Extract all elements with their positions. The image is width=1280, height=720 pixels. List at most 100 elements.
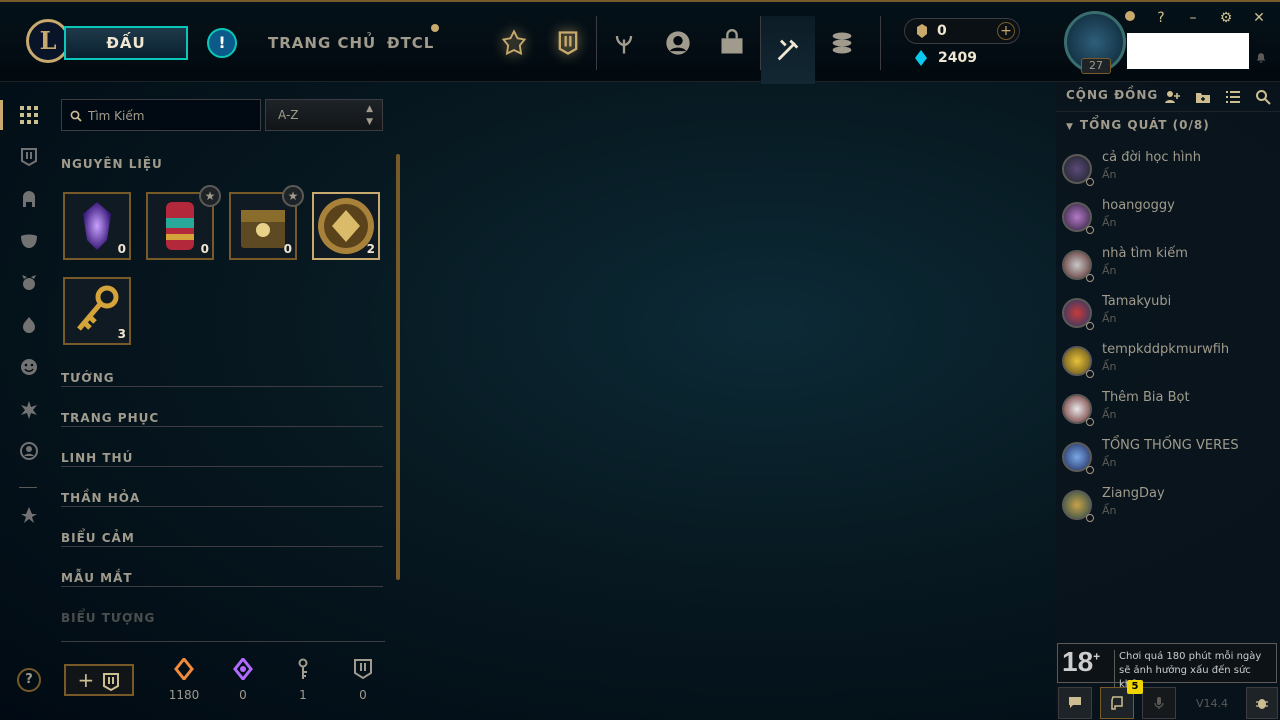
status-indicator (1086, 226, 1094, 234)
profile-icon[interactable] (651, 16, 705, 70)
friend-item[interactable]: hoangoggy Ẩn (1062, 198, 1274, 242)
category-eye-patterns[interactable]: MẪU MẮT (61, 567, 383, 587)
category-wards[interactable]: THẦN HỎA (61, 487, 383, 507)
rail-active-indicator (0, 100, 3, 130)
loot-tile-chest-gold[interactable]: ★ 0 (229, 185, 304, 260)
updown-chevron-icon: ▲ ▼ (366, 104, 373, 127)
settings-button[interactable]: ⚙ (1217, 9, 1235, 27)
category-companions[interactable]: LINH THÚ (61, 447, 383, 467)
category-icons[interactable]: BIỂU TƯỢNG (61, 607, 383, 627)
close-button[interactable]: ✕ (1250, 9, 1268, 27)
clash-icon[interactable] (597, 16, 651, 70)
friend-status: Ẩn (1102, 168, 1117, 181)
skin-filter-icon[interactable] (16, 228, 42, 254)
category-label: BIỂU TƯỢNG (61, 611, 156, 625)
help-button[interactable]: ? (1152, 9, 1170, 27)
loot-tile-essence-crystal[interactable]: 0 (63, 192, 131, 260)
category-label: TƯỚNG (61, 371, 115, 385)
orange-essence-counter: 1180 (164, 658, 204, 702)
sort-dropdown[interactable]: A-Z ▲ ▼ (265, 99, 383, 131)
search-box[interactable] (61, 99, 261, 131)
friend-name: Tamakyubi (1102, 294, 1172, 309)
friend-item[interactable]: Thêm Bia Bọt Ẩn (1062, 390, 1274, 434)
loot-tile-token-gold[interactable]: 2 (312, 192, 380, 260)
loot-tile-chest-red[interactable]: ★ 0 (146, 185, 221, 260)
social-title: CỘNG ĐỒNG (1066, 88, 1159, 102)
nav-divider (880, 16, 881, 70)
friend-status: Ẩn (1102, 504, 1117, 517)
loot-scrollbar[interactable] (396, 154, 400, 580)
friend-name: TỔNG THỐNG VERES (1102, 438, 1239, 453)
chest-filter-icon[interactable] (16, 144, 42, 170)
friend-item[interactable]: cả đời học hình Ẩn (1062, 150, 1274, 194)
chest-icon (102, 672, 119, 691)
chat-button[interactable] (1058, 687, 1092, 719)
loot-filter-rail (0, 82, 56, 720)
mythic-essence-counter: 0 (223, 658, 263, 702)
mythic-essence-value: 0 (239, 688, 247, 702)
loot-tile-hextech-key[interactable]: 3 (63, 277, 131, 345)
emote-filter-icon[interactable] (16, 354, 42, 380)
ward-filter-icon[interactable] (16, 312, 42, 338)
icon-filter-icon[interactable] (16, 438, 42, 464)
bug-report-button[interactable] (1246, 687, 1278, 719)
microphone-icon (1154, 697, 1164, 709)
loot-qty: 3 (117, 327, 126, 341)
ranked-icon[interactable] (487, 16, 541, 70)
loot-qty: 0 (200, 242, 209, 256)
currency-icon[interactable] (815, 16, 869, 70)
category-champions[interactable]: TƯỚNG (61, 367, 383, 387)
star-badge-icon: ★ (199, 185, 221, 207)
friend-group-header[interactable]: ▼ TỔNG QUÁT (0/8) (1066, 118, 1210, 132)
play-button[interactable]: ĐẤU (64, 26, 188, 60)
add-folder-icon[interactable] (1195, 89, 1211, 105)
key-fragment-value: 1 (299, 688, 307, 702)
social-panel: CỘNG ĐỒNG ▼ TỔNG QUÁT (0/8) cả đời học hì… (1056, 82, 1280, 720)
friend-item[interactable]: tempkddpkmurwfih Ẩn (1062, 342, 1274, 386)
friend-status: Ẩn (1102, 216, 1117, 229)
nav-tft[interactable]: ĐTCL (387, 34, 434, 52)
buy-rp-button[interactable]: + (997, 22, 1015, 40)
friend-name: tempkddpkmurwfih (1102, 342, 1230, 357)
collection-icon[interactable] (541, 16, 595, 70)
category-emotes[interactable]: BIỂU CẢM (61, 527, 383, 547)
friend-item[interactable]: ZiangDay Ẩn (1062, 486, 1274, 530)
category-label: BIỂU CẢM (61, 531, 135, 545)
voice-button[interactable] (1142, 687, 1176, 719)
craft-key-button[interactable]: + (64, 664, 134, 696)
friend-item[interactable]: nhà tìm kiếm Ẩn (1062, 246, 1274, 290)
add-friend-icon[interactable] (1164, 89, 1180, 105)
friend-item[interactable]: Tamakyubi Ẩn (1062, 294, 1274, 338)
friend-status: Ẩn (1102, 408, 1117, 421)
loot-qty: 0 (117, 242, 126, 256)
friend-name: ZiangDay (1102, 486, 1165, 501)
tft-filter-icon[interactable] (16, 502, 42, 528)
rp-value: 0 (937, 23, 947, 39)
friend-status: Ẩn (1102, 264, 1117, 277)
eternals-filter-icon[interactable] (16, 396, 42, 422)
alert-icon[interactable]: ! (207, 28, 237, 58)
collapse-arrow-icon: ▼ (1066, 122, 1074, 132)
status-indicator (1086, 370, 1094, 378)
search-icon[interactable] (1255, 89, 1271, 105)
champion-filter-icon[interactable] (16, 186, 42, 212)
grid-icon[interactable] (16, 102, 42, 128)
nav-home[interactable]: TRANG CHỦ (268, 34, 376, 52)
chest-token-value: 0 (359, 688, 367, 702)
companion-filter-icon[interactable] (16, 270, 42, 296)
loot-qty: 0 (283, 242, 292, 256)
category-skins[interactable]: TRANG PHỤC (61, 407, 383, 427)
list-view-icon[interactable] (1225, 89, 1241, 105)
loot-icon[interactable] (761, 16, 815, 84)
friend-item[interactable]: TỔNG THỐNG VERES Ẩn (1062, 438, 1274, 482)
store-icon[interactable] (705, 16, 759, 70)
help-icon[interactable]: ? (17, 668, 41, 692)
status-indicator (1086, 514, 1094, 522)
orange-essence-icon (174, 658, 194, 680)
orange-essence-value: 1180 (168, 688, 200, 702)
search-input[interactable] (88, 106, 256, 126)
bell-icon[interactable] (1252, 50, 1270, 68)
status-indicator (1086, 274, 1094, 282)
blue-essence-icon (915, 50, 927, 66)
minimize-button[interactable]: – (1184, 9, 1202, 27)
